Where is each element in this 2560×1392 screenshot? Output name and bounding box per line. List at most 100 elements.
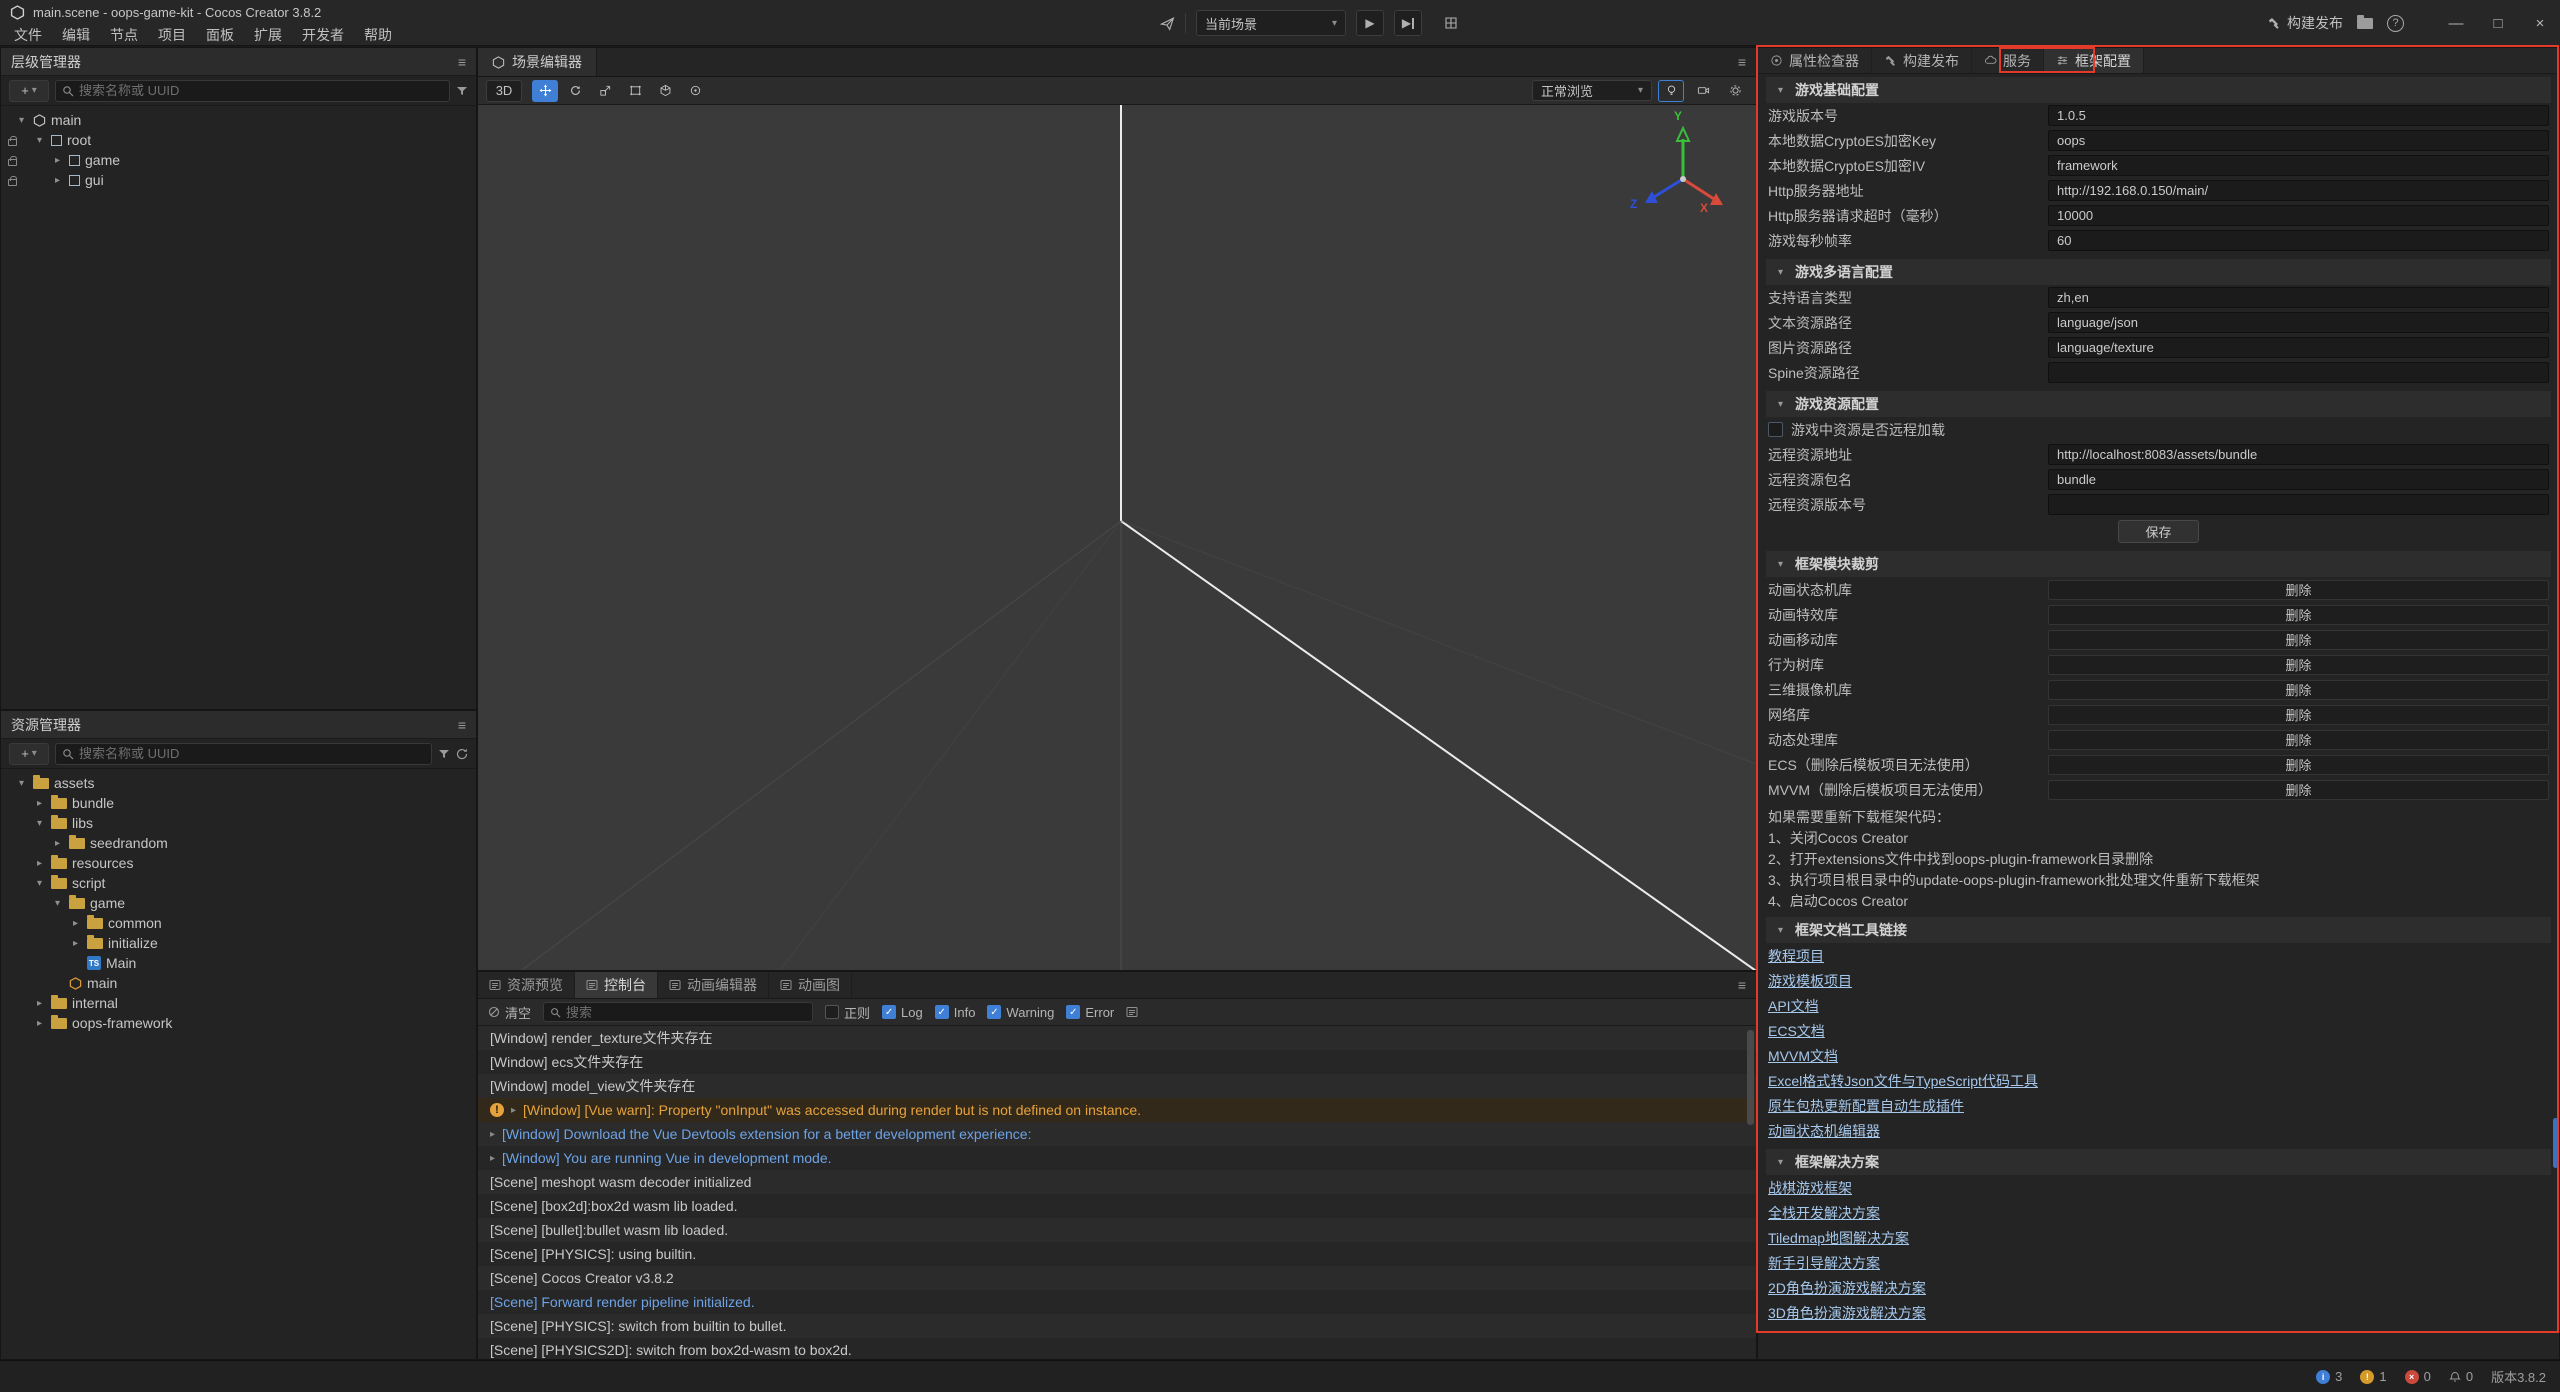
section-header[interactable]: ▾游戏基础配置 <box>1766 77 2551 103</box>
panel-menu-icon[interactable]: ≡ <box>458 717 466 733</box>
field-input[interactable] <box>2048 312 2549 333</box>
tab-service[interactable]: 服务 <box>1972 48 2044 73</box>
log-row[interactable]: [Scene] meshopt wasm decoder initialized <box>478 1170 1756 1194</box>
field-input[interactable] <box>2048 155 2549 176</box>
panel-menu-icon[interactable]: ≡ <box>458 54 466 70</box>
expand-icon[interactable]: ▸ <box>69 918 82 929</box>
log-row[interactable]: [Window] ecs文件夹存在 <box>478 1050 1756 1074</box>
layout-grid-icon[interactable] <box>1444 16 1458 30</box>
field-input[interactable] <box>2048 180 2549 201</box>
tree-node[interactable]: ▸initialize <box>1 933 476 953</box>
filter-error[interactable]: ✓Error <box>1066 1005 1114 1020</box>
expand-icon[interactable]: ▸ <box>33 1018 46 1029</box>
log-row[interactable]: [Scene] [PHYSICS]: using builtin. <box>478 1242 1756 1266</box>
tab-console[interactable]: 控制台 <box>575 972 658 998</box>
scale-tool-icon[interactable] <box>592 80 618 102</box>
section-header[interactable]: ▾游戏资源配置 <box>1766 391 2551 417</box>
camera-icon[interactable] <box>1690 80 1716 102</box>
delete-button[interactable]: 删除 <box>2048 780 2549 800</box>
tree-node[interactable]: ▸internal <box>1 993 476 1013</box>
console-scrollbar[interactable] <box>1747 1030 1754 1125</box>
info-count[interactable]: i 3 <box>2316 1369 2342 1384</box>
expand-icon[interactable]: ▸ <box>490 1129 495 1140</box>
delete-button[interactable]: 删除 <box>2048 755 2549 775</box>
section-header[interactable]: ▾游戏多语言配置 <box>1766 259 2551 285</box>
project-folder-icon[interactable] <box>2357 18 2373 29</box>
close-button[interactable]: × <box>2526 15 2554 32</box>
move-tool-icon[interactable] <box>532 80 558 102</box>
field-input[interactable] <box>2048 362 2549 383</box>
collapse-icon[interactable]: ▾ <box>33 818 46 829</box>
collapse-icon[interactable]: ▾ <box>33 878 46 889</box>
error-count[interactable]: × 0 <box>2405 1369 2431 1384</box>
solution-link[interactable]: 新手引导解决方案 <box>1768 1253 1880 1273</box>
checkbox-icon[interactable]: ✓ <box>935 1005 949 1019</box>
filter-log[interactable]: ✓Log <box>882 1005 923 1020</box>
checkbox-icon[interactable]: ✓ <box>987 1005 1001 1019</box>
section-header[interactable]: ▾框架文档工具链接 <box>1766 917 2551 943</box>
tree-node[interactable]: ▸common <box>1 913 476 933</box>
menu-item[interactable]: 扩展 <box>244 25 292 45</box>
rect-tool-icon[interactable] <box>622 80 648 102</box>
tree-node[interactable]: ▸seedrandom <box>1 833 476 853</box>
expand-icon[interactable]: ▸ <box>33 858 46 869</box>
delete-button[interactable]: 删除 <box>2048 630 2549 650</box>
tree-node[interactable]: ▾script <box>1 873 476 893</box>
log-row[interactable]: [Scene] [PHYSICS2D]: switch from box2d-w… <box>478 1338 1756 1359</box>
doc-link[interactable]: Excel格式转Json文件与TypeScript代码工具 <box>1768 1071 2038 1091</box>
step-button[interactable]: ▶ <box>1394 10 1422 36</box>
doc-link[interactable]: ECS文档 <box>1768 1021 1825 1041</box>
help-icon[interactable]: ? <box>2387 15 2404 32</box>
collapse-icon[interactable]: ▾ <box>15 778 28 789</box>
console-search-input[interactable] <box>566 1005 806 1020</box>
checkbox-icon[interactable]: ✓ <box>882 1005 896 1019</box>
solution-link[interactable]: 战棋游戏框架 <box>1768 1178 1852 1198</box>
expand-icon[interactable]: ▸ <box>51 175 64 186</box>
doc-link[interactable]: 游戏模板项目 <box>1768 971 1852 991</box>
field-input[interactable] <box>2048 230 2549 251</box>
menu-item[interactable]: 面板 <box>196 25 244 45</box>
section-header[interactable]: ▾框架模块裁剪 <box>1766 551 2551 577</box>
log-row[interactable]: !▸[Window] [Vue warn]: Property "onInput… <box>478 1098 1756 1122</box>
delete-button[interactable]: 删除 <box>2048 705 2549 725</box>
inspector-scrollbar[interactable] <box>2553 1118 2558 1168</box>
field-input[interactable] <box>2048 205 2549 226</box>
menu-item[interactable]: 开发者 <box>292 25 354 45</box>
expand-icon[interactable]: ▸ <box>33 798 46 809</box>
tree-node[interactable]: ▸gui <box>1 170 476 190</box>
log-row[interactable]: ▸[Window] Download the Vue Devtools exte… <box>478 1122 1756 1146</box>
save-button[interactable]: 保存 <box>2118 520 2198 543</box>
menu-item[interactable]: 项目 <box>148 25 196 45</box>
filter-info[interactable]: ✓Info <box>935 1005 976 1020</box>
solution-link[interactable]: 3D角色扮演游戏解决方案 <box>1768 1303 1926 1323</box>
collapse-icon[interactable]: ▾ <box>33 135 46 146</box>
log-row[interactable]: [Scene] Cocos Creator v3.8.2 <box>478 1266 1756 1290</box>
expand-icon[interactable]: ▸ <box>69 938 82 949</box>
tab-anim-graph[interactable]: 动画图 <box>769 972 852 998</box>
tree-node[interactable]: ▾main <box>1 110 476 130</box>
log-row[interactable]: [Window] model_view文件夹存在 <box>478 1074 1756 1098</box>
delete-button[interactable]: 删除 <box>2048 580 2549 600</box>
log-row[interactable]: [Scene] [PHYSICS]: switch from builtin t… <box>478 1314 1756 1338</box>
menu-item[interactable]: 文件 <box>4 25 52 45</box>
tree-node[interactable]: ▸resources <box>1 853 476 873</box>
log-row[interactable]: [Scene] Forward render pipeline initiali… <box>478 1290 1756 1314</box>
build-publish-button[interactable]: 构建发布 <box>2267 13 2343 33</box>
delete-button[interactable]: 删除 <box>2048 605 2549 625</box>
field-input[interactable] <box>2048 337 2549 358</box>
field-input[interactable] <box>2048 469 2549 490</box>
filter-icon[interactable] <box>456 85 468 97</box>
menu-item[interactable]: 节点 <box>100 25 148 45</box>
expand-icon[interactable]: ▸ <box>51 838 64 849</box>
expand-icon[interactable]: ▸ <box>51 155 64 166</box>
log-row[interactable]: [Window] render_texture文件夹存在 <box>478 1026 1756 1050</box>
doc-link[interactable]: 动画状态机编辑器 <box>1768 1121 1880 1141</box>
create-asset-button[interactable]: +▾ <box>9 743 49 765</box>
log-row[interactable]: [Scene] [bullet]:bullet wasm lib loaded. <box>478 1218 1756 1242</box>
filter-icon[interactable] <box>438 748 450 760</box>
tab-preview[interactable]: 资源预览 <box>478 972 575 998</box>
transform-gizmo-icon[interactable] <box>652 80 678 102</box>
maximize-button[interactable]: □ <box>2484 15 2512 32</box>
delete-button[interactable]: 删除 <box>2048 730 2549 750</box>
rotate-tool-icon[interactable] <box>562 80 588 102</box>
